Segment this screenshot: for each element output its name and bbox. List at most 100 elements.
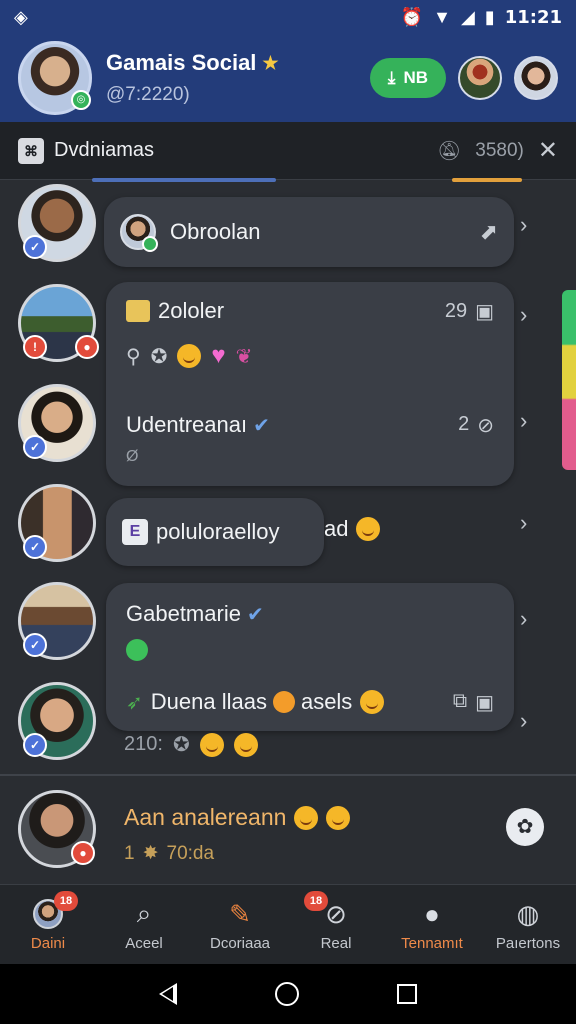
chevron-right-icon[interactable]: ›: [520, 302, 527, 328]
download-arrow-icon: ⤓: [387, 68, 396, 87]
tab-tennamit[interactable]: ● Tennamıt: [384, 885, 480, 964]
camera-icon: ▣: [475, 300, 494, 323]
tab-dcoriaaa[interactable]: ✎ Dcoriaaa: [192, 885, 288, 964]
chat-avatar-6[interactable]: ✓: [18, 682, 96, 760]
chat-avatar-1[interactable]: ✓: [18, 184, 96, 262]
app-subtitle: @7:2220): [106, 84, 190, 105]
chat-avatar-3[interactable]: ✓: [18, 384, 96, 462]
pink-flower-emoji-icon[interactable]: ❦: [236, 344, 253, 369]
online-dot-icon: [142, 236, 158, 252]
person-icon: ⚲: [126, 345, 141, 368]
chat-avatar-2[interactable]: ! ●: [18, 284, 99, 362]
chevron-right-icon[interactable]: ›: [520, 212, 527, 238]
note-icon: E: [122, 519, 148, 545]
chevron-right-icon[interactable]: ›: [520, 408, 527, 434]
chevron-right-icon[interactable]: ›: [520, 606, 527, 632]
system-nav-bar: [0, 964, 576, 1024]
folder-icon: [126, 300, 150, 322]
online-badge-icon: ◎: [71, 90, 91, 110]
chat-bubble-1[interactable]: Obroolan ⬈: [104, 197, 514, 267]
filter-right: 🔕︎ 3580) ✕: [437, 136, 558, 165]
alert-badge-icon-2: ●: [75, 335, 99, 359]
sprout-icon: ➶: [126, 691, 143, 714]
app-title: Gamais Social ★: [106, 50, 279, 76]
close-icon[interactable]: ✕: [538, 136, 558, 165]
tab-real[interactable]: 18 ⊘ Real: [288, 885, 384, 964]
tab-aceel[interactable]: ⌕ Aceel: [96, 885, 192, 964]
verified-check-icon: ✔: [246, 603, 264, 626]
header-actions: ⤓ NB: [369, 56, 558, 100]
tab-badge: 18: [304, 891, 328, 911]
star-badge-icon: ✪: [150, 345, 168, 368]
filter-bar: ⌘ Dvdniamas 🔕︎ 3580) ✕: [0, 122, 576, 180]
chat-avatar-4[interactable]: ✓: [18, 484, 96, 562]
alert-badge-icon: !: [23, 335, 47, 359]
chat-sub-last: 1 ✸ 70:da: [124, 842, 214, 865]
chat-meta-2-value: 29: [444, 299, 468, 322]
nb-button-label: NB: [403, 68, 428, 87]
bubble-actions: ⧉ ▣: [453, 690, 494, 715]
star-badge-icon: ✪: [172, 734, 190, 756]
grid-filter-icon[interactable]: ⌘: [18, 137, 44, 164]
chat-time-last: 70:da: [166, 842, 215, 864]
recent-apps-icon[interactable]: [397, 984, 417, 1004]
chat-title-6: Duena llaas: [150, 689, 267, 714]
chat-avatar-last[interactable]: ●: [18, 790, 96, 868]
chat-title-5: Gabetmarie: [126, 601, 241, 626]
wink-emoji-icon: [233, 732, 258, 757]
chat-bubble-4[interactable]: E poluloraelloy: [106, 498, 324, 566]
camera-icon[interactable]: ▣: [475, 690, 494, 715]
chat-prefix-last: 1: [124, 842, 135, 864]
chat-tail-6: asels: [300, 689, 353, 714]
filter-label[interactable]: Dvdniamas: [54, 139, 154, 162]
nb-button[interactable]: ⤓ NB: [369, 58, 446, 98]
search-icon: ⌕: [136, 898, 152, 928]
verified-badge-icon: ✓: [23, 633, 47, 657]
heart-eyes-emoji-icon: [326, 805, 351, 830]
smile-emoji-icon[interactable]: [177, 344, 202, 368]
pin-icon[interactable]: ⬈: [480, 219, 498, 245]
status-icons: ⏰ ▼ ◢ ▮ 11:21: [401, 7, 562, 28]
tab-badge: 18: [54, 891, 78, 911]
tab-daini[interactable]: 18 Daini: [0, 885, 96, 964]
person-icon: ●: [424, 898, 440, 929]
heart-emoji-icon[interactable]: ♥: [211, 342, 225, 370]
cell-signal-icon: ◢: [460, 6, 475, 27]
check-circle-icon: ⊘: [325, 898, 347, 929]
row6-time: 210: ✪: [124, 732, 258, 757]
chat-avatar-5[interactable]: ✓: [18, 582, 96, 660]
chevron-right-icon[interactable]: ›: [520, 510, 527, 536]
chevron-right-icon[interactable]: ›: [520, 708, 527, 734]
copy-icon[interactable]: ⧉: [453, 690, 467, 715]
chat-bubble-5[interactable]: Gabetmarie ✔ ➶ Duena llaas asels ⧉ ▣: [106, 583, 514, 731]
chat-row-2: 2ololer 29 ▣: [126, 298, 494, 324]
back-icon[interactable]: [159, 983, 177, 1005]
wifi-icon: ▼: [433, 6, 451, 27]
orange-emoji-icon: [272, 691, 295, 713]
chat-count-3: 2 ⊘: [458, 413, 494, 438]
chat-action-icon[interactable]: ✿: [506, 808, 544, 846]
bottom-tab-bar: 18 Daini ⌕ Aceel ✎ Dcoriaaa 18 ⊘ Real ● …: [0, 884, 576, 964]
tab-label: Tennamıt: [401, 935, 463, 952]
chat-title-3: Udentreanaı: [126, 412, 248, 437]
mute-bell-icon[interactable]: 🔕︎: [437, 139, 461, 163]
star-icon: ★: [262, 52, 279, 73]
contact-avatar-1[interactable]: [458, 56, 502, 100]
chat-title-2: 2ololer: [158, 298, 225, 323]
chat-name-last: Aan analereann: [124, 804, 351, 831]
home-icon[interactable]: [275, 982, 299, 1006]
smile-emoji-icon: [199, 732, 224, 757]
profile-avatar[interactable]: ◎: [18, 41, 92, 115]
contact-avatar-2[interactable]: [514, 56, 558, 100]
green-status-icon: [126, 639, 148, 661]
smile-emoji-icon: [360, 690, 385, 714]
scroll-progress-bar-secondary: [452, 178, 522, 182]
chat-tail-4-text: ad: [324, 516, 349, 541]
app-header: ◎ Gamais Social ★ @7:2220) ⤓ NB: [0, 34, 576, 122]
chat-tail-4: ad: [324, 516, 381, 542]
alert-badge-icon: ●: [71, 841, 95, 865]
tab-paiertons[interactable]: ◍ Paıertons: [480, 885, 576, 964]
status-bar: ◈ ⏰ ▼ ◢ ▮ 11:21: [0, 0, 576, 34]
chat-bubble-2[interactable]: 2ololer 29 ▣ ⚲ ✪ ♥ ❦ Udentreanaı ✔ 2 ⊘ Ø: [106, 282, 514, 486]
header-text: Gamais Social ★ @7:2220): [106, 50, 279, 106]
